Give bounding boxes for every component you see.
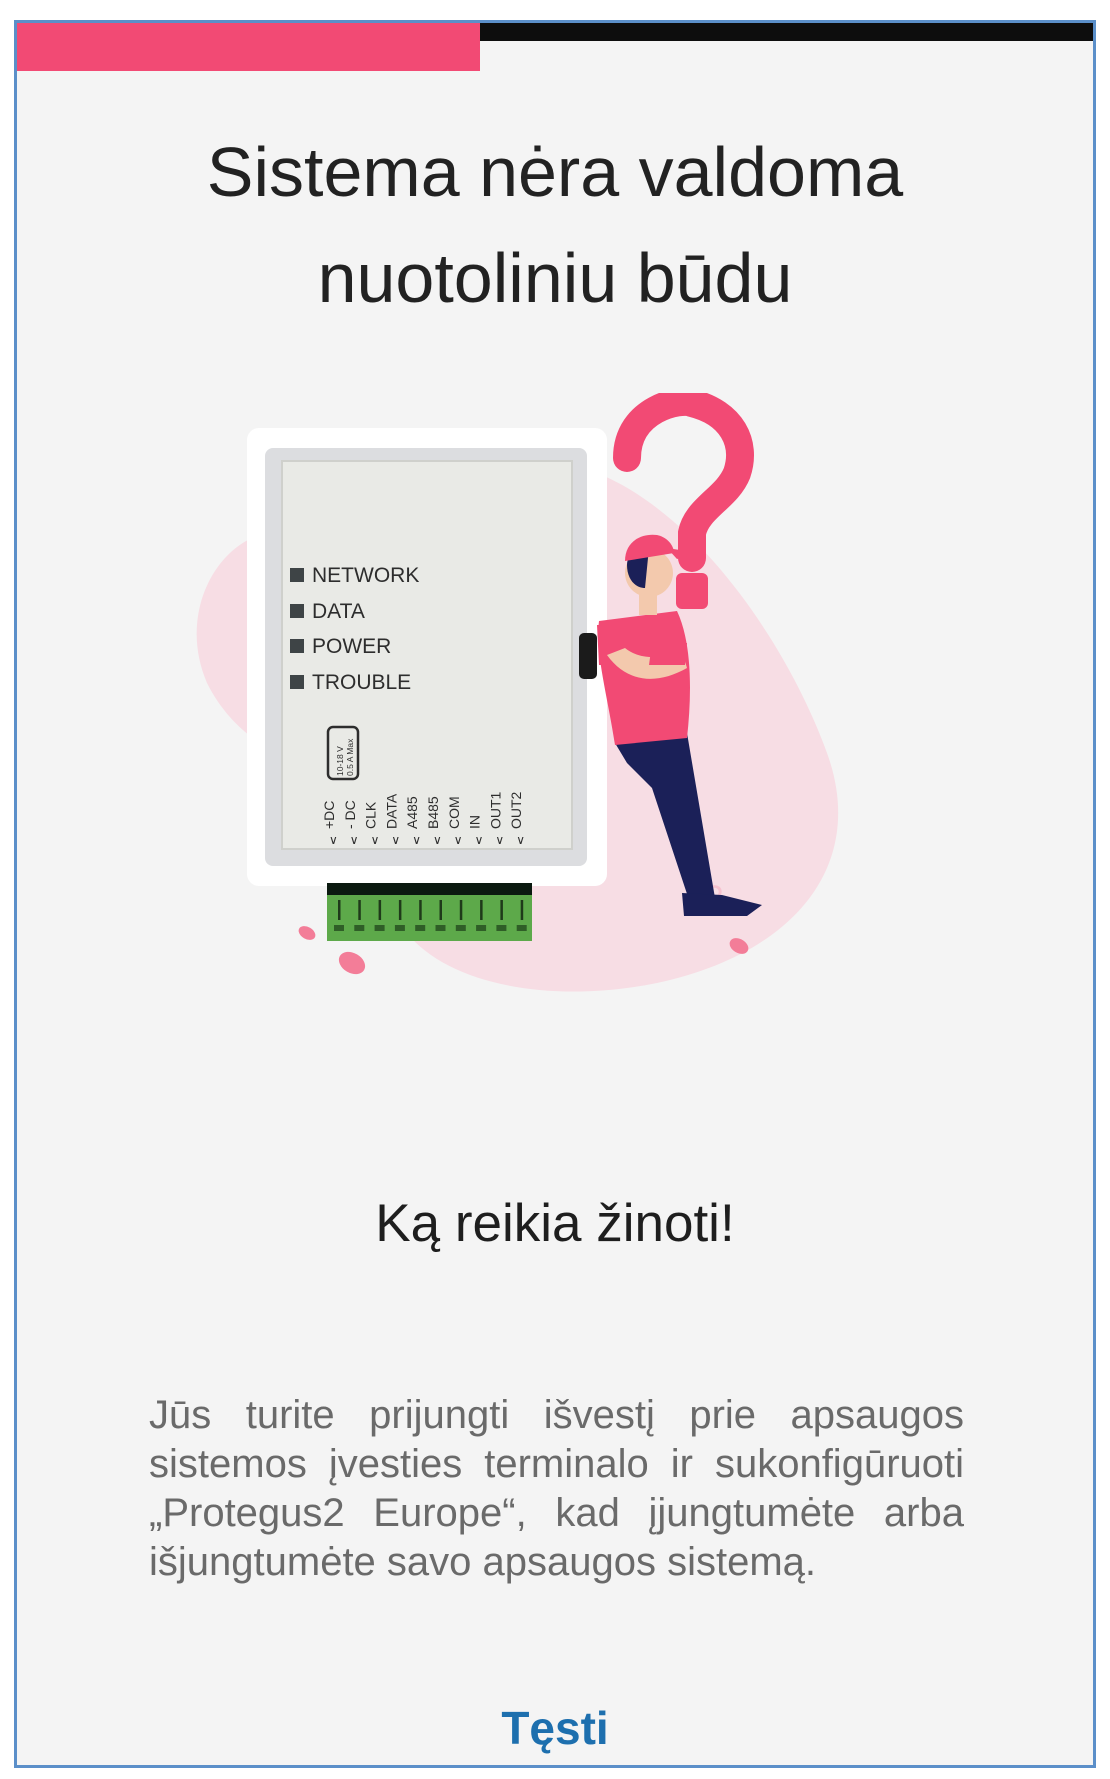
terminal-slot [435, 925, 446, 931]
terminal-slot [496, 925, 507, 931]
terminal-screw [520, 900, 524, 920]
terminal-screw [378, 900, 382, 920]
terminal-label: A485 [404, 796, 420, 829]
svg-text:10-18 V: 10-18 V [335, 746, 345, 776]
terminal-arrow-icon: ∨ [329, 833, 338, 847]
terminal-slot [516, 925, 527, 931]
terminal-arrow-icon: ∨ [391, 833, 400, 847]
terminal-screw [439, 900, 442, 920]
terminal-arrow-icon: ∨ [495, 833, 504, 847]
terminal-arrow-icon: ∨ [350, 833, 359, 847]
confused-person-device-illustration: ? NETWORK DATA POWER TROUBLE 10-18 V 0.5… [196, 393, 839, 992]
terminal-label: +DC [321, 801, 337, 829]
terminal-label: DATA [383, 793, 399, 829]
terminal-screw [480, 900, 483, 920]
terminal-slot [334, 925, 344, 931]
terminal-slot [394, 925, 405, 931]
terminal-screw [398, 900, 402, 920]
page-title-line-2: nuotoliniu būdu [317, 239, 793, 317]
device-side-latch [579, 633, 597, 679]
terminal-arrow-icon: ∨ [433, 833, 442, 847]
terminal-label: OUT1 [487, 791, 503, 829]
terminal-arrow-icon: ∨ [475, 833, 484, 847]
continue-button[interactable]: Tęsti [17, 1701, 1093, 1755]
terminal-screw [419, 900, 422, 920]
terminal-slot [415, 925, 426, 931]
indicator-network: NETWORK [312, 564, 419, 587]
terminal-label: - DC [342, 800, 358, 829]
terminal-screw [500, 900, 503, 920]
section-subtitle: Ką reikia žinoti! [375, 1194, 735, 1253]
terminal-block [327, 883, 532, 941]
terminal-arrow-icon: ∨ [412, 833, 421, 847]
terminal-screw [338, 900, 341, 920]
terminal-arrow-icon: ∨ [371, 833, 380, 847]
terminal-arrow-icon: ∨ [454, 833, 463, 847]
terminal-label: COM [446, 796, 462, 829]
terminal-label: CLK [363, 801, 379, 829]
terminal-slot [354, 925, 365, 931]
indicator-trouble: TROUBLE [312, 671, 411, 694]
description-text: Jūs turite prijungti išvestį prie apsaug… [149, 1393, 964, 1584]
terminal-label: IN [467, 815, 483, 829]
terminal-slot [476, 925, 487, 931]
terminal-slot [455, 925, 466, 931]
terminal-arrow-icon: ∨ [516, 833, 525, 847]
progress-bar-fill [17, 23, 480, 71]
indicator-power: POWER [312, 635, 391, 658]
svg-text:0.5 A Max: 0.5 A Max [345, 738, 355, 776]
page-title-line-1: Sistema nėra valdoma [206, 133, 904, 211]
terminal-screw [459, 900, 463, 920]
onboarding-screen: Sistema nėra valdoma nuotoliniu būdu ? N… [14, 20, 1096, 1768]
terminal-slot [374, 925, 385, 931]
page-title: Sistema nėra valdoma nuotoliniu būdu [17, 119, 1093, 331]
terminal-screw [358, 900, 361, 920]
indicator-data: DATA [312, 600, 365, 623]
terminal-label: B485 [425, 796, 441, 829]
terminal-label: OUT2 [508, 791, 524, 829]
